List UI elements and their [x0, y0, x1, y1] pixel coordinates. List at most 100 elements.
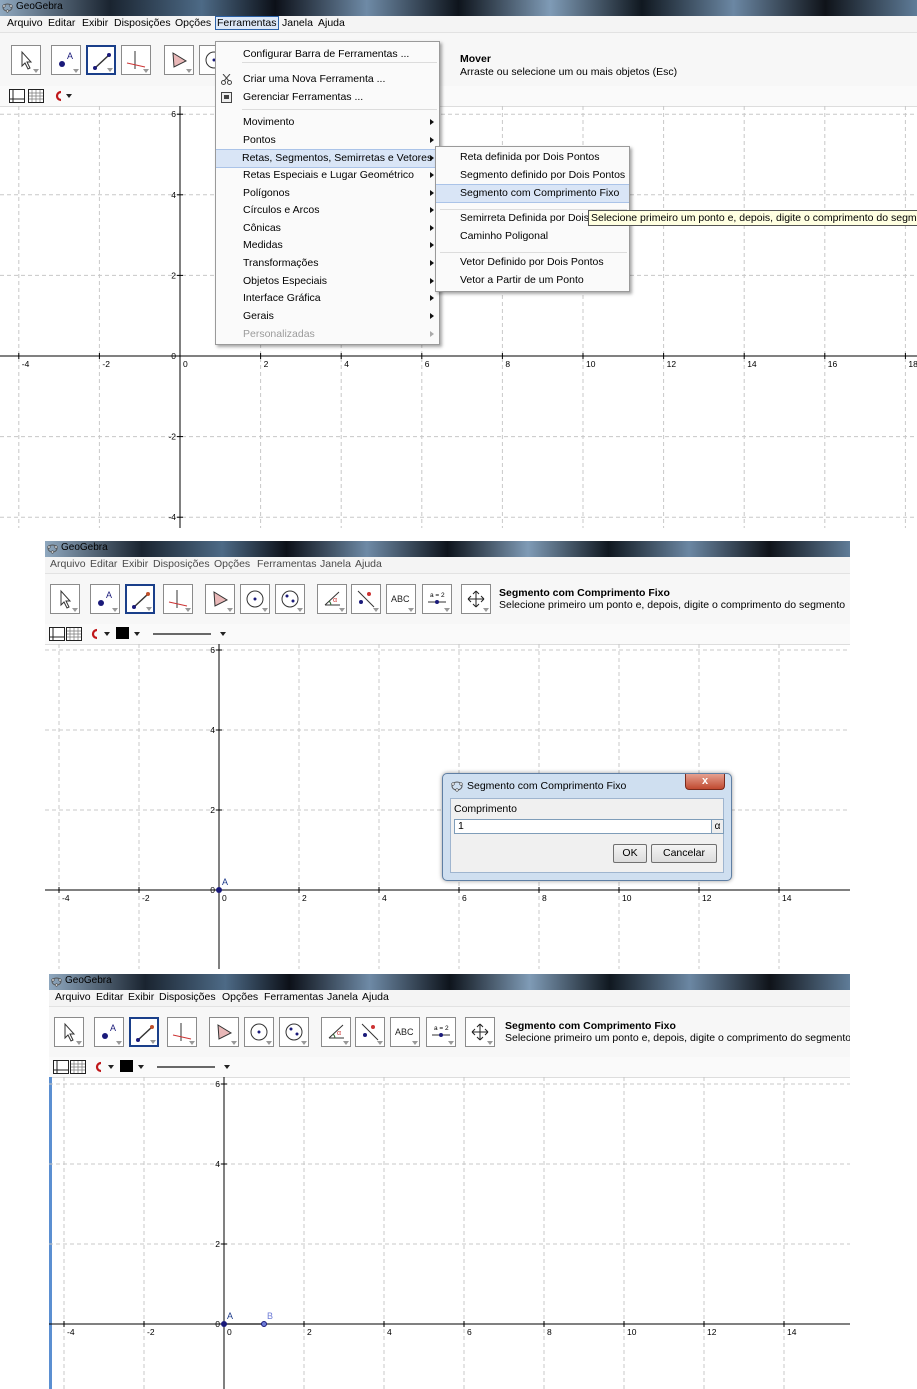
chevron-down-icon[interactable]	[220, 632, 226, 636]
tool-move-graphics[interactable]	[461, 584, 491, 614]
menu-janela[interactable]: Janela	[320, 558, 351, 570]
menu-item-pontos[interactable]: Pontos	[216, 132, 439, 149]
tool-point[interactable]: A	[94, 1017, 124, 1047]
menu-ferramentas[interactable]: Ferramentas	[257, 558, 317, 570]
menu-item-poligonos[interactable]: Polígonos	[216, 185, 439, 202]
menu-opcoes[interactable]: Opções	[175, 17, 211, 29]
tool-ellipse[interactable]	[279, 1017, 309, 1047]
tool-point[interactable]: A	[90, 584, 120, 614]
submenu-item-reta-dois-pontos[interactable]: Reta definida por Dois Pontos	[436, 149, 629, 166]
grid-toggle-icon[interactable]	[66, 627, 82, 641]
menu-editar[interactable]: Editar	[96, 991, 123, 1003]
menu-ajuda[interactable]: Ajuda	[318, 17, 345, 29]
menu-disposicoes[interactable]: Disposições	[159, 991, 216, 1003]
submenu-item-caminho-poligonal[interactable]: Caminho Poligonal	[436, 228, 629, 245]
menu-item-retas-segmentos[interactable]: Retas, Segmentos, Semirretas e Vetores	[216, 149, 439, 168]
menu-item-conicas[interactable]: Cônicas	[216, 220, 439, 237]
color-swatch[interactable]	[120, 1060, 133, 1072]
close-button[interactable]: x	[685, 774, 725, 790]
alpha-symbol-button[interactable]: α	[711, 819, 724, 834]
menu-item-transformacoes[interactable]: Transformações	[216, 255, 439, 272]
menu-arquivo[interactable]: Arquivo	[55, 991, 91, 1003]
menu-arquivo[interactable]: Arquivo	[7, 17, 43, 29]
cancel-button[interactable]: Cancelar	[651, 844, 717, 863]
grid-toggle-icon[interactable]	[28, 89, 44, 103]
line-style-icon[interactable]	[157, 1065, 217, 1069]
menu-item-medidas[interactable]: Medidas	[216, 237, 439, 254]
tool-reflect[interactable]	[355, 1017, 385, 1047]
tool-slider[interactable]: a = 2	[426, 1017, 456, 1047]
menu-arquivo[interactable]: Arquivo	[50, 558, 86, 570]
chevron-down-icon[interactable]	[138, 1065, 144, 1069]
tool-polygon[interactable]	[205, 584, 235, 614]
line-style-icon[interactable]	[153, 632, 213, 636]
grid-toggle-icon[interactable]	[70, 1060, 86, 1074]
magnet-icon[interactable]	[88, 627, 100, 641]
tool-polygon[interactable]	[164, 45, 194, 75]
menu-item-objetos-especiais[interactable]: Objetos Especiais	[216, 273, 439, 290]
menu-exibir[interactable]: Exibir	[128, 991, 154, 1003]
axes-toggle-icon[interactable]	[49, 627, 65, 641]
menu-janela[interactable]: Janela	[327, 991, 358, 1003]
tool-segment[interactable]	[125, 584, 155, 614]
menu-disposicoes[interactable]: Disposições	[153, 558, 210, 570]
tool-circle[interactable]	[240, 584, 270, 614]
menu-ajuda[interactable]: Ajuda	[362, 991, 389, 1003]
menu-item-configurar-barra[interactable]: Configurar Barra de Ferramentas ...	[216, 46, 439, 63]
magnet-icon[interactable]	[52, 89, 64, 103]
tool-reflect[interactable]	[351, 584, 381, 614]
tool-move[interactable]	[54, 1017, 84, 1047]
menu-item-circulos[interactable]: Círculos e Arcos	[216, 202, 439, 219]
menu-editar[interactable]: Editar	[48, 17, 75, 29]
menu-item-retas-especiais[interactable]: Retas Especiais e Lugar Geométrico	[216, 167, 439, 184]
menu-editar[interactable]: Editar	[90, 558, 117, 570]
tool-perpendicular[interactable]	[163, 584, 193, 614]
magnet-icon[interactable]	[92, 1060, 104, 1074]
menu-item-gerenciar-ferramentas[interactable]: Gerenciar Ferramentas ...	[216, 89, 439, 106]
chevron-down-icon[interactable]	[134, 632, 140, 636]
tool-move[interactable]	[11, 45, 41, 75]
menu-exibir[interactable]: Exibir	[122, 558, 148, 570]
tool-perpendicular[interactable]	[167, 1017, 197, 1047]
menu-disposicoes[interactable]: Disposições	[114, 17, 171, 29]
submenu-item-vetor-dois-pontos[interactable]: Vetor Definido por Dois Pontos	[436, 254, 629, 271]
menu-ferramentas[interactable]: Ferramentas	[264, 991, 324, 1003]
tool-text[interactable]: ABC	[386, 584, 416, 614]
submenu-item-segmento-comprimento-fixo[interactable]: Segmento com Comprimento Fixo	[436, 184, 629, 203]
axes-toggle-icon[interactable]	[9, 89, 25, 103]
tool-angle[interactable]: α	[317, 584, 347, 614]
menu-item-interface-grafica[interactable]: Interface Gráfica	[216, 290, 439, 307]
submenu-item-vetor-ponto[interactable]: Vetor a Partir de um Ponto	[436, 272, 629, 289]
length-input[interactable]: 1	[454, 819, 714, 834]
graphics-view[interactable]: -4 -2 0 2 4 6 8 10 12 146420A B	[49, 1077, 850, 1389]
tool-perpendicular[interactable]	[121, 45, 151, 75]
axes-toggle-icon[interactable]	[53, 1060, 69, 1074]
chevron-down-icon[interactable]	[224, 1065, 230, 1069]
menu-ajuda[interactable]: Ajuda	[355, 558, 382, 570]
ok-button[interactable]: OK	[613, 844, 647, 863]
tool-circle[interactable]	[244, 1017, 274, 1047]
menu-opcoes[interactable]: Opções	[214, 558, 250, 570]
menu-item-criar-ferramenta[interactable]: Criar uma Nova Ferramenta ...	[216, 71, 439, 88]
tool-point[interactable]: A	[51, 45, 81, 75]
tool-segment[interactable]	[86, 45, 116, 75]
tool-text[interactable]: ABC	[390, 1017, 420, 1047]
chevron-down-icon[interactable]	[66, 94, 72, 98]
tool-ellipse[interactable]	[275, 584, 305, 614]
tool-segment[interactable]	[129, 1017, 159, 1047]
color-swatch[interactable]	[116, 627, 129, 639]
tool-move[interactable]	[50, 584, 80, 614]
tool-slider[interactable]: a = 2	[422, 584, 452, 614]
submenu-item-segmento-dois-pontos[interactable]: Segmento definido por Dois Pontos	[436, 167, 629, 184]
menu-item-gerais[interactable]: Gerais	[216, 308, 439, 325]
tool-polygon[interactable]	[209, 1017, 239, 1047]
menu-ferramentas[interactable]: Ferramentas	[215, 16, 279, 30]
chevron-down-icon[interactable]	[104, 632, 110, 636]
menu-opcoes[interactable]: Opções	[222, 991, 258, 1003]
menu-janela[interactable]: Janela	[282, 17, 313, 29]
tool-move-graphics[interactable]	[465, 1017, 495, 1047]
menu-item-movimento[interactable]: Movimento	[216, 114, 439, 131]
menu-exibir[interactable]: Exibir	[82, 17, 108, 29]
chevron-down-icon[interactable]	[108, 1065, 114, 1069]
tool-angle[interactable]: α	[321, 1017, 351, 1047]
